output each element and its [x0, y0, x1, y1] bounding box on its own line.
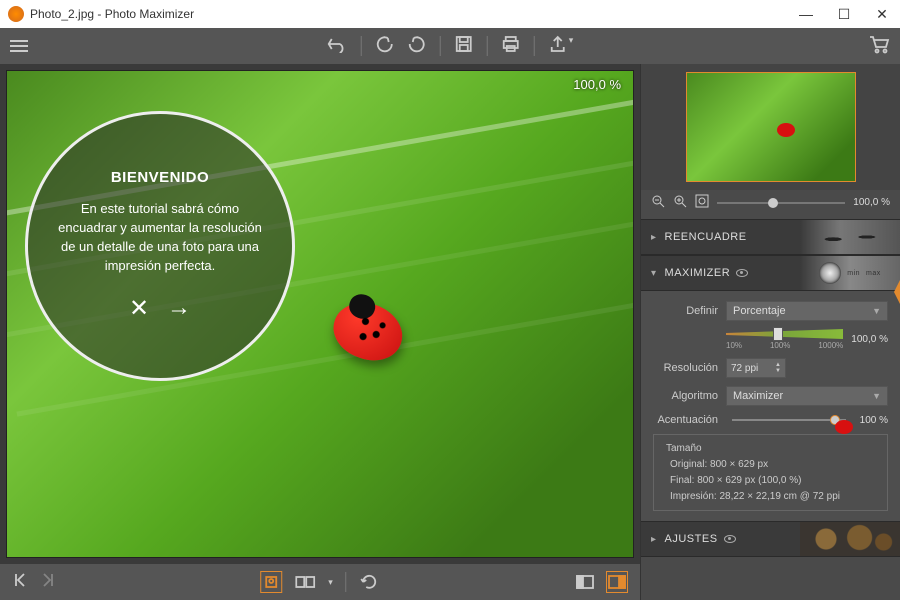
- size-print: Impresión: 28,22 × 22,19 cm @ 72 ppi: [670, 491, 879, 502]
- divider: [440, 36, 441, 56]
- divider: [534, 36, 535, 56]
- navigator-thumbnail[interactable]: [686, 72, 856, 182]
- section-reencuadre[interactable]: ▸ REENCUADRE: [641, 219, 900, 255]
- section-title: MAXIMIZER: [665, 267, 731, 279]
- accent-label: Acentuación: [653, 414, 718, 426]
- window-title: Photo_2.jpg - Photo Maximizer: [30, 7, 194, 21]
- next-image-icon[interactable]: [40, 572, 56, 593]
- chevron-right-icon: ▸: [651, 232, 657, 243]
- section-thumb: [800, 522, 900, 556]
- zoom-slider[interactable]: [717, 202, 845, 204]
- accent-value: 100 %: [860, 415, 888, 426]
- toolbar: ▾: [0, 28, 900, 64]
- app-icon: [8, 6, 24, 22]
- tutorial-overlay: BIENVENIDO En este tutorial sabrá cómo e…: [25, 111, 295, 381]
- visibility-icon[interactable]: [736, 269, 748, 277]
- layout-right-icon[interactable]: [606, 571, 628, 593]
- section-title: REENCUADRE: [665, 231, 747, 243]
- section-thumb: minmax: [800, 256, 900, 290]
- minimize-button[interactable]: —: [796, 6, 816, 23]
- menu-button[interactable]: [10, 40, 28, 52]
- accent-slider[interactable]: [732, 419, 846, 421]
- layout-left-icon[interactable]: [574, 571, 596, 593]
- section-thumb: [800, 220, 900, 254]
- prev-image-icon[interactable]: [12, 572, 28, 593]
- algorithm-label: Algoritmo: [653, 390, 718, 402]
- visibility-icon[interactable]: [724, 535, 736, 543]
- divider: [487, 36, 488, 56]
- tutorial-close-icon[interactable]: ✕: [129, 294, 149, 323]
- chevron-down-icon: ▼: [872, 391, 881, 401]
- bottom-toolbar: ▾: [0, 564, 640, 600]
- percent-slider[interactable]: 10% 100% 1000%: [726, 329, 843, 350]
- divider: [361, 36, 362, 56]
- share-icon[interactable]: ▾: [549, 35, 574, 58]
- cart-icon[interactable]: [868, 34, 890, 59]
- view-compare-icon[interactable]: [294, 571, 316, 593]
- titlebar: Photo_2.jpg - Photo Maximizer — ☐ ✕: [0, 0, 900, 28]
- rotate-icon[interactable]: [358, 571, 380, 593]
- redo-step-icon[interactable]: [408, 35, 426, 58]
- define-label: Definir: [653, 305, 718, 317]
- canvas-area[interactable]: 100,0 % BIENVENIDO En este tutorial sabr…: [6, 70, 634, 558]
- tutorial-next-icon[interactable]: →: [167, 294, 191, 323]
- section-title: AJUSTES: [665, 533, 718, 545]
- percent-value: 100,0 %: [851, 334, 888, 345]
- chevron-down-icon: ▾: [651, 268, 657, 279]
- chevron-down-icon: ▼: [872, 306, 881, 316]
- close-button[interactable]: ✕: [872, 6, 892, 23]
- view-dropdown-icon[interactable]: ▾: [328, 577, 333, 588]
- side-panel: 100,0 % ▸ REENCUADRE ▾ MAXIMIZER minmax …: [640, 64, 900, 600]
- divider: [345, 572, 346, 592]
- zoom-value: 100,0 %: [853, 197, 890, 208]
- section-maximizer[interactable]: ▾ MAXIMIZER minmax: [641, 255, 900, 291]
- section-ajustes[interactable]: ▸ AJUSTES: [641, 521, 900, 557]
- resolution-label: Resolución: [653, 362, 718, 374]
- size-original: Original: 800 × 629 px: [670, 459, 879, 470]
- size-block: Tamaño Original: 800 × 629 px Final: 800…: [653, 434, 888, 511]
- maximize-button[interactable]: ☐: [834, 6, 854, 23]
- zoom-fit-icon[interactable]: [695, 194, 709, 211]
- zoom-out-icon[interactable]: [651, 194, 665, 211]
- view-single-icon[interactable]: [260, 571, 282, 593]
- save-icon[interactable]: [455, 35, 473, 58]
- tutorial-body: En este tutorial sabrá cómo encuadrar y …: [58, 200, 262, 275]
- chevron-right-icon: ▸: [651, 534, 657, 545]
- undo-icon[interactable]: [327, 35, 347, 58]
- zoom-label: 100,0 %: [573, 77, 621, 92]
- undo-step-icon[interactable]: [376, 35, 394, 58]
- maximizer-body: Definir Porcentaje ▼ 10% 100% 1000%: [641, 291, 900, 521]
- resolution-spinner[interactable]: 72 ppi ▲▼: [726, 358, 786, 378]
- window-controls: — ☐ ✕: [796, 6, 892, 23]
- print-icon[interactable]: [502, 35, 520, 58]
- algorithm-dropdown[interactable]: Maximizer ▼: [726, 386, 888, 406]
- zoom-in-icon[interactable]: [673, 194, 687, 211]
- size-final: Final: 800 × 629 px (100,0 %): [670, 475, 879, 486]
- tutorial-heading: BIENVENIDO: [111, 169, 209, 186]
- define-dropdown[interactable]: Porcentaje ▼: [726, 301, 888, 321]
